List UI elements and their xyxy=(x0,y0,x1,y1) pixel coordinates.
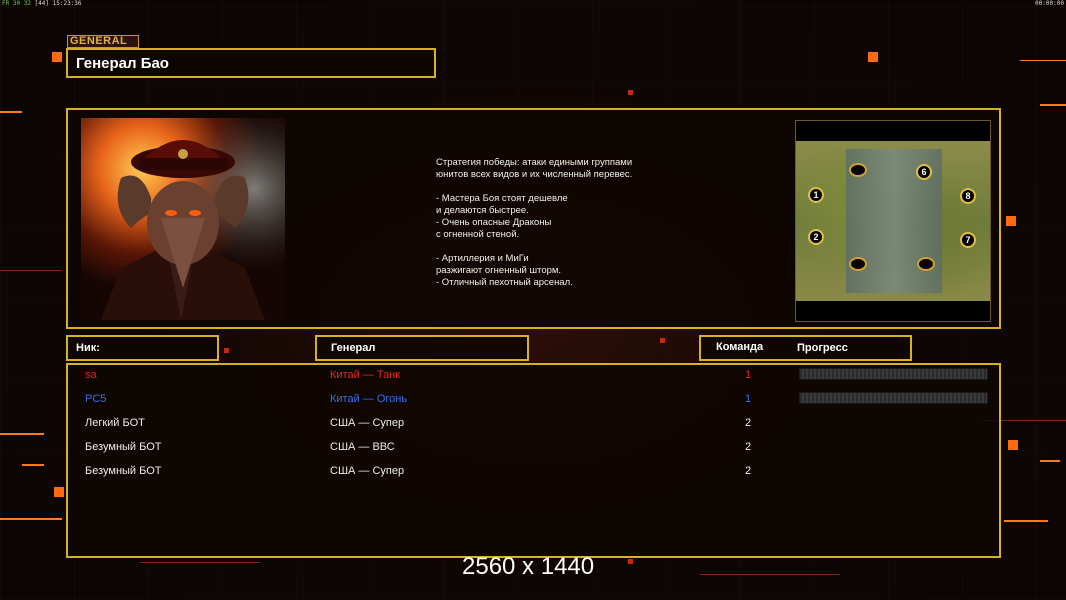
player-progress-bar xyxy=(799,368,988,380)
deco-square xyxy=(660,338,665,343)
general-portrait xyxy=(81,118,285,320)
deco-square xyxy=(1006,216,1016,226)
player-general: Китай — Танк xyxy=(330,369,401,381)
progress-header-label: Прогресс xyxy=(797,342,848,354)
start-position-6[interactable]: 6 xyxy=(916,164,932,180)
map-terrain: 1 2 6 8 7 xyxy=(796,141,990,301)
general-description: Стратегия победы: атаки едиными группами… xyxy=(436,157,632,289)
description-line: юнитов всех видов и их численный перевес… xyxy=(436,169,633,180)
resolution-overlay: 2560 x 1440 xyxy=(462,553,595,580)
player-general: США — Супер xyxy=(330,465,405,477)
deco-line xyxy=(22,464,44,466)
player-row: Легкий БОТ США — Супер 2 xyxy=(68,413,999,437)
player-row: Безумный БОТ США — ВВС 2 xyxy=(68,437,999,461)
fps-extra: [44] xyxy=(34,0,49,7)
nick-column-header: Ник: xyxy=(66,335,219,361)
map-oil-derrick xyxy=(917,257,935,271)
deco-square xyxy=(868,52,878,62)
map-preview[interactable]: 1 2 6 8 7 xyxy=(795,120,991,322)
clock: 15:23:36 xyxy=(52,0,82,7)
description-line xyxy=(436,241,632,253)
player-team: 1 xyxy=(744,369,752,381)
nick-header-label: Ник: xyxy=(76,342,100,354)
deco-square xyxy=(52,52,62,62)
game-timer: 00:00:00 xyxy=(1035,0,1064,7)
description-line: Стратегия победы: атаки едиными группами xyxy=(436,157,633,168)
description-line xyxy=(436,181,632,193)
player-team: 2 xyxy=(744,441,752,453)
general-title-box: Генерал Бао xyxy=(66,48,436,78)
deco-square xyxy=(54,487,64,497)
players-list: sa Китай — Танк 1 PC5 Китай — Огонь 1 Ле… xyxy=(66,363,1001,558)
deco-square xyxy=(1008,440,1018,450)
general-tab-label: GENERAL xyxy=(67,35,139,48)
start-position-8[interactable]: 8 xyxy=(960,188,976,204)
player-nick: sa xyxy=(85,369,97,381)
player-row: PC5 Китай — Огонь 1 xyxy=(68,389,999,413)
deco-line xyxy=(1004,520,1048,522)
deco-line xyxy=(1040,460,1060,462)
description-line: с огненной стеной. xyxy=(436,229,520,240)
deco-line xyxy=(700,574,840,575)
player-team: 2 xyxy=(744,417,752,429)
general-header-label: Генерал xyxy=(331,342,376,354)
player-general: США — ВВС xyxy=(330,441,395,453)
deco-line xyxy=(0,518,62,520)
general-info-panel: Стратегия победы: атаки едиными группами… xyxy=(66,108,1001,329)
deco-line xyxy=(1040,104,1066,106)
start-position-7[interactable]: 7 xyxy=(960,232,976,248)
player-row: sa Китай — Танк 1 xyxy=(68,365,999,389)
team-progress-header: Команда Прогресс xyxy=(699,335,912,361)
deco-square xyxy=(628,559,633,564)
portrait-image xyxy=(81,118,285,320)
player-team: 2 xyxy=(744,465,752,477)
description-line: - Мастера Боя стоят дешевле xyxy=(436,193,568,204)
player-nick: PC5 xyxy=(85,393,107,405)
player-nick: Безумный БОТ xyxy=(85,465,162,477)
map-oil-derrick xyxy=(849,163,867,177)
deco-line xyxy=(0,433,44,435)
start-position-1[interactable]: 1 xyxy=(808,187,824,203)
deco-line xyxy=(140,562,260,563)
deco-square xyxy=(628,90,633,95)
description-line: - Отличный пехотный арсенал. xyxy=(436,277,573,288)
fps-counter: FR 30 32 [44] 15:23:36 xyxy=(2,0,82,7)
player-row: Безумный БОТ США — Супер 2 xyxy=(68,461,999,485)
deco-line xyxy=(0,270,62,271)
description-line: - Артиллерия и МиГи xyxy=(436,253,529,264)
start-position-2[interactable]: 2 xyxy=(808,229,824,245)
player-nick: Легкий БОТ xyxy=(85,417,145,429)
player-nick: Безумный БОТ xyxy=(85,441,162,453)
fps-value: FR 30 xyxy=(2,0,21,7)
description-line: разжигают огненный шторм. xyxy=(436,265,562,276)
player-general: США — Супер xyxy=(330,417,405,429)
team-header-label: Команда xyxy=(716,341,764,353)
fps-value-2: 32 xyxy=(23,0,31,7)
description-line: и делаются быстрее. xyxy=(436,205,529,216)
player-team: 1 xyxy=(744,393,752,405)
description-line: - Очень опасные Драконы xyxy=(436,217,552,228)
deco-square xyxy=(224,348,229,353)
player-general: Китай — Огонь xyxy=(330,393,408,405)
map-oil-derrick xyxy=(849,257,867,271)
general-column-header: Генерал xyxy=(315,335,529,361)
player-progress-bar xyxy=(799,392,988,404)
general-name: Генерал Бао xyxy=(76,55,169,72)
deco-line xyxy=(1020,60,1066,61)
deco-line xyxy=(0,111,22,113)
